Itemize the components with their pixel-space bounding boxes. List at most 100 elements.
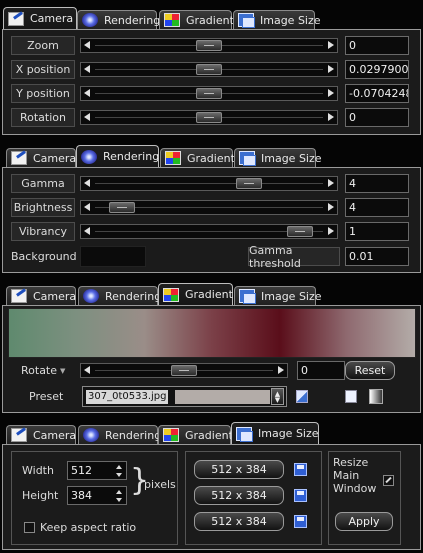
gradient-body: Rotate ▼ 0 Reset Preset 307_0t0533.jpg ▲… [2, 305, 421, 413]
height-spinner-icon[interactable] [115, 488, 124, 504]
image-size-icon [239, 151, 256, 166]
camera-panel: Camera Rendering Gradient Image Size Zoo… [0, 7, 423, 135]
slider-right-arrow-icon[interactable] [328, 41, 334, 49]
slider-right-arrow-icon[interactable] [328, 113, 334, 121]
tab-image-size[interactable]: Image Size [234, 286, 322, 305]
background-color-swatch[interactable] [80, 246, 146, 267]
height-input[interactable]: 384 [67, 486, 127, 505]
slider-right-arrow-icon[interactable] [278, 366, 284, 374]
rendering-icon [83, 428, 99, 442]
brightness-input[interactable]: 4 [345, 198, 409, 217]
slider-left-arrow-icon[interactable] [84, 179, 90, 187]
size-preset-button-2[interactable]: 512 x 384 [194, 486, 284, 505]
slider-left-arrow-icon[interactable] [84, 366, 90, 374]
tab-rendering[interactable]: Rendering [78, 425, 161, 444]
slider-left-arrow-icon[interactable] [84, 41, 90, 49]
chevron-down-icon: ▼ [60, 366, 66, 375]
save-icon[interactable] [294, 489, 307, 502]
slider-thumb[interactable] [196, 112, 222, 123]
slider-left-arrow-icon[interactable] [84, 227, 90, 235]
tab-gradient[interactable]: Gradient [158, 425, 233, 444]
gradient-icon [163, 287, 179, 302]
keep-aspect-checkbox[interactable] [24, 522, 35, 533]
tab-camera[interactable]: Camera [6, 286, 76, 305]
rotation-label: Rotation [11, 108, 75, 127]
save-icon[interactable] [294, 463, 307, 476]
x-position-label: X position [11, 60, 75, 79]
tab-rendering[interactable]: Rendering [76, 145, 159, 167]
slider-right-arrow-icon[interactable] [328, 179, 334, 187]
height-label: Height [22, 489, 59, 502]
slider-left-arrow-icon[interactable] [84, 65, 90, 73]
zoom-label: Zoom [11, 36, 75, 55]
preset-dropdown[interactable]: 307_0t0533.jpg ▲ ▼ [82, 386, 287, 407]
tab-rendering[interactable]: Rendering [78, 286, 161, 305]
rotation-slider[interactable] [80, 110, 338, 125]
tab-rendering[interactable]: Rendering [77, 10, 160, 29]
size-preset-button-1[interactable]: 512 x 384 [194, 460, 284, 479]
vibrancy-input[interactable]: 1 [345, 222, 409, 241]
slider-thumb[interactable] [171, 365, 197, 376]
resize-main-window-label: Resize Main Window [333, 456, 377, 495]
grayscale-gradient-icon[interactable] [369, 389, 383, 404]
document-icon[interactable] [345, 390, 357, 403]
slider-thumb[interactable] [196, 64, 222, 75]
zoom-slider[interactable] [80, 38, 338, 53]
tab-gradient[interactable]: Gradient [159, 10, 234, 29]
apply-button[interactable]: Apply [335, 512, 393, 531]
slider-thumb[interactable] [286, 226, 313, 237]
tab-gradient[interactable]: Gradient [158, 283, 233, 305]
gradient-panel: Camera Rendering Gradient Image Size Rot… [0, 283, 423, 413]
brightness-slider[interactable] [80, 200, 338, 215]
x-position-slider[interactable] [80, 62, 338, 77]
image-size-icon [238, 13, 255, 28]
y-position-input[interactable]: -0.0704248 [345, 84, 409, 103]
tab-gradient[interactable]: Gradient [160, 148, 235, 167]
tab-camera[interactable]: Camera [6, 148, 76, 167]
resize-main-window-checkbox[interactable] [383, 475, 394, 486]
size-preset-button-3[interactable]: 512 x 384 [194, 512, 284, 531]
gradient-icon [164, 13, 180, 27]
slider-right-arrow-icon[interactable] [328, 65, 334, 73]
height-value: 384 [71, 489, 92, 502]
width-input[interactable]: 512 [67, 461, 127, 480]
tab-image-size[interactable]: Image Size [234, 148, 322, 167]
slider-thumb[interactable] [196, 88, 222, 99]
tab-camera[interactable]: Camera [3, 7, 77, 29]
tab-image-size[interactable]: Image Size [233, 10, 321, 29]
preset-dropdown-arrow-icon[interactable]: ▲ ▼ [271, 388, 284, 405]
rendering-panel: Camera Rendering Gradient Image Size Gam… [0, 145, 423, 273]
slider-left-arrow-icon[interactable] [84, 203, 90, 211]
rotate-dropdown[interactable]: Rotate ▼ [21, 361, 81, 380]
gradient-preview[interactable] [8, 308, 416, 358]
slider-right-arrow-icon[interactable] [328, 89, 334, 97]
gamma-threshold-input[interactable]: 0.01 [345, 247, 409, 266]
slider-thumb[interactable] [196, 40, 222, 51]
slider-right-arrow-icon[interactable] [328, 203, 334, 211]
gamma-slider[interactable] [80, 176, 338, 191]
rotate-slider[interactable] [80, 363, 288, 378]
slider-thumb[interactable] [109, 202, 136, 213]
save-icon[interactable] [294, 515, 307, 528]
slider-thumb[interactable] [236, 178, 263, 189]
tab-bar: Camera Rendering Gradient Image Size [0, 422, 423, 444]
width-spinner-icon[interactable] [115, 463, 124, 479]
camera-icon [11, 289, 27, 303]
copy-icon[interactable] [296, 390, 308, 403]
x-position-input[interactable]: 0.02979008 [345, 60, 409, 79]
y-position-slider[interactable] [80, 86, 338, 101]
tab-bar: Camera Rendering Gradient Image Size [0, 283, 423, 305]
slider-left-arrow-icon[interactable] [84, 113, 90, 121]
rotate-input[interactable]: 0 [297, 361, 345, 380]
width-value: 512 [71, 464, 92, 477]
gamma-input[interactable]: 4 [345, 174, 409, 193]
slider-left-arrow-icon[interactable] [84, 89, 90, 97]
vibrancy-slider[interactable] [80, 224, 338, 239]
preset-value: 307_0t0533.jpg [86, 390, 169, 404]
tab-image-size[interactable]: Image Size [231, 422, 319, 444]
rotation-input[interactable]: 0 [345, 108, 409, 127]
tab-camera[interactable]: Camera [6, 425, 76, 444]
slider-right-arrow-icon[interactable] [328, 227, 334, 235]
reset-button[interactable]: Reset [345, 361, 395, 380]
zoom-input[interactable]: 0 [345, 36, 409, 55]
